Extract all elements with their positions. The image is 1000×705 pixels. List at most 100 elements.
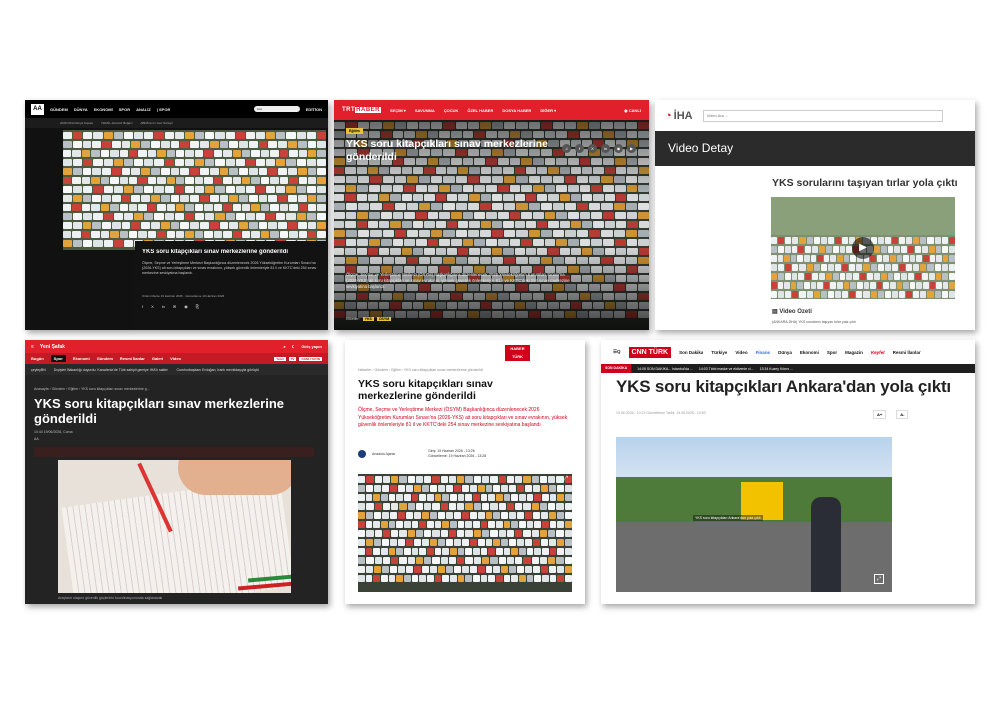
ys-nav-item[interactable]: Resmi İlanlar — [120, 356, 145, 361]
facebook-icon[interactable]: f — [142, 304, 143, 309]
cnn-nav-item[interactable]: Dünya — [778, 350, 792, 355]
truck-trailer — [493, 512, 501, 519]
search-icon[interactable]: ⌕ — [283, 344, 285, 349]
cnn-breaking-item[interactable]: 14:03 Tıbbi maske ve eldivenle cl... — [699, 367, 754, 371]
truck-trailer — [170, 141, 180, 148]
cnn-breaking-item[interactable]: 13:34 Kuzey Kıbrıs ... — [760, 367, 793, 371]
trt-nav-item[interactable]: DOSYA HABER — [502, 108, 531, 113]
aa-title[interactable]: YKS soru kitapçıkları sınav merkezlerine… — [142, 249, 321, 255]
ys-live-button[interactable]: CANLI YAYIN — [299, 356, 322, 361]
truck-trailer — [448, 530, 457, 537]
font-decrease-button[interactable]: A- — [896, 410, 909, 419]
menu-search-icon[interactable]: ☰Q — [613, 349, 621, 355]
cnn-breaking-label[interactable]: SON DAKİKA — [601, 364, 632, 373]
ys-nav-item[interactable]: Galeri — [152, 356, 163, 361]
ys-breadcrumb[interactable]: Anasayfa › Gündem › Eğitim › YKS soru ki… — [34, 387, 150, 391]
whatsapp-icon[interactable]: ◉ — [184, 304, 188, 309]
cnn-nav-item[interactable]: Türkiye — [711, 350, 727, 355]
play-icon[interactable]: ▶ — [852, 237, 874, 259]
cnn-nav-item[interactable]: Resmi İlanlar — [893, 350, 921, 355]
truck-trailer — [407, 503, 415, 510]
cnn-nav-item-finans[interactable]: Finans — [756, 350, 771, 355]
aa-search-input[interactable]: Ara — [253, 106, 300, 112]
aa-edition[interactable]: EDİTİON — [306, 107, 322, 112]
aa-nav-item[interactable]: ANALİZ — [136, 107, 151, 112]
ys-ticker-item[interactable]: Cumhurbaşkanı Erdoğan, İranlı mevkidaşıy… — [176, 368, 259, 372]
cnn-logo[interactable]: CNN TÜRK — [628, 346, 672, 358]
truck-trailer — [913, 291, 920, 298]
ys-logo[interactable]: Yeni Şafak — [40, 344, 65, 350]
truck-trailer — [248, 141, 258, 148]
x-icon[interactable]: X — [588, 144, 597, 153]
trt-logo[interactable]: TRTHABER — [342, 107, 382, 113]
truck-trailer — [429, 539, 437, 546]
aa-logo[interactable]: AA — [31, 103, 44, 115]
cnn-breaking-item[interactable]: 14:05 SON DAKİKA... İstanbul'da ... — [637, 367, 693, 371]
aa-nav-item[interactable]: SPOR — [119, 107, 130, 112]
ht-breadcrumb[interactable]: Haberler › Gündem › Eğitim › YKS soru ki… — [358, 368, 483, 372]
youtube-icon[interactable]: ▶ — [627, 144, 636, 153]
truck-trailer — [100, 177, 110, 184]
linkedin-icon[interactable]: in — [162, 304, 165, 309]
menu-icon[interactable]: ≡ — [31, 344, 34, 350]
aa-ticker-item[interactable]: ABD/İran'ın Geri Sürüşü — [141, 118, 173, 128]
aa-nav-item[interactable]: DÜNYA — [74, 107, 88, 112]
ht-logo[interactable]: HABER TÜRK — [505, 345, 530, 361]
iha-video-player[interactable]: ▶ — [771, 197, 955, 299]
iha-video-search-input[interactable]: Video Ara ... — [702, 109, 943, 122]
truck-trailer — [843, 282, 850, 289]
ht-author: Anadolu Ajansı — [358, 450, 395, 458]
aa-ticker-item[interactable]: 2026 FIFA Dünya Kupası — [60, 118, 93, 128]
cnn-nav-item-keyfet[interactable]: Keyfet — [871, 350, 885, 355]
music-icon[interactable]: ♫ — [562, 144, 571, 153]
ys-nav-item-active[interactable]: Spor — [50, 355, 66, 362]
expand-icon[interactable]: ⤢ — [563, 476, 568, 483]
trt-tag[interactable]: YKS — [362, 317, 374, 321]
theme-icon[interactable]: ☾ — [292, 344, 296, 349]
ys-local-button[interactable]: Yerel — [274, 356, 286, 361]
truck-trailer — [91, 231, 100, 238]
truck-trailer — [174, 132, 184, 139]
truck-trailer — [519, 521, 526, 528]
ys-ticker-item[interactable]: Dışişleri Bakanlığı duyurdu: Karadeniz'd… — [54, 368, 169, 372]
ys-tv-button[interactable]: TV — [288, 356, 297, 361]
aa-nav-item[interactable]: EKONOMİ — [94, 107, 113, 112]
aa-section[interactable]: | SPOR — [157, 107, 171, 112]
cnn-nav-item[interactable]: Spor — [827, 350, 837, 355]
copy-icon[interactable]: ⎘ — [196, 304, 199, 309]
truck-trailer — [526, 548, 534, 555]
ys-nav-item[interactable]: Bugün — [31, 356, 44, 361]
expand-icon[interactable]: ⤢ — [874, 574, 884, 584]
ys-login-link[interactable]: Giriş yapın — [301, 344, 322, 349]
mail-icon[interactable]: ✉ — [173, 304, 176, 309]
cnn-nav-item[interactable]: Video — [735, 350, 747, 355]
cnn-nav-item[interactable]: Ekonomi — [800, 350, 819, 355]
iha-logo-mark-icon: ◔ — [665, 109, 672, 122]
ys-nav-item[interactable]: Ekonomi — [73, 356, 90, 361]
trt-nav-item[interactable]: SEÇİM ▾ — [390, 108, 406, 113]
trt-nav-item[interactable]: ÇOCUK — [444, 108, 459, 113]
ht-source[interactable]: Anadolu Ajansı — [372, 452, 395, 456]
truck-trailer — [771, 237, 778, 244]
whatsapp-icon[interactable]: ◉ — [614, 144, 623, 153]
truck-trailer — [141, 168, 151, 175]
linkedin-icon[interactable]: in — [601, 144, 610, 153]
ys-ticker-item[interactable]: çeyleyBN — [31, 368, 46, 372]
trt-tag[interactable]: ÖSYM — [376, 317, 392, 321]
trt-category-tag[interactable]: Eğitim — [346, 128, 363, 134]
iha-logo[interactable]: ◔ İHA — [665, 110, 693, 122]
trt-nav-item[interactable]: DİĞER ▾ — [540, 108, 556, 113]
trt-nav-item[interactable]: SAVUNMA — [415, 108, 435, 113]
cnn-nav-item[interactable]: Son Dakika — [679, 350, 703, 355]
cnn-nav-item[interactable]: Magazin — [845, 350, 863, 355]
ys-nav-item[interactable]: Gündem — [97, 356, 113, 361]
aa-ticker-item[interactable]: İSRAİL-Hürmüz Boğazı — [101, 118, 132, 128]
truck-trailer — [365, 494, 373, 501]
trt-live-button[interactable]: ◉ CANLI — [624, 108, 641, 113]
font-increase-button[interactable]: A+ — [873, 410, 887, 419]
facebook-icon[interactable]: f — [575, 144, 584, 153]
x-icon[interactable]: X — [151, 304, 154, 309]
trt-nav-item[interactable]: ÖZEL HABER — [467, 108, 493, 113]
aa-nav-item[interactable]: GÜNDEM — [50, 107, 68, 112]
ys-nav-item[interactable]: Video — [170, 356, 181, 361]
